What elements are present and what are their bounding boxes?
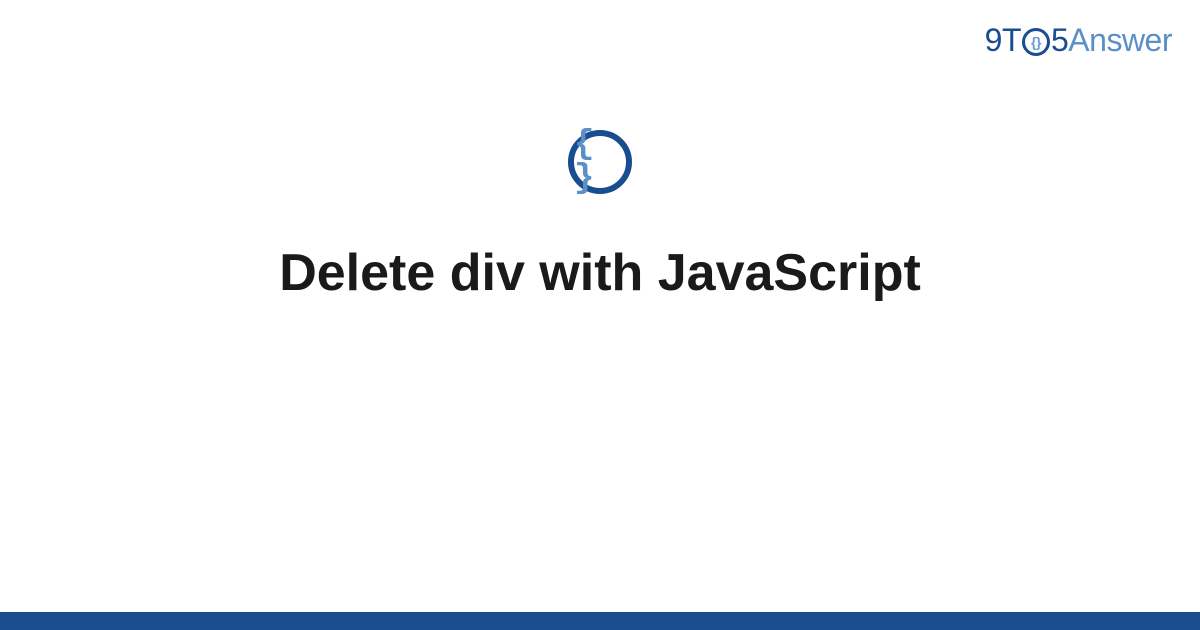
footer-bar bbox=[0, 612, 1200, 630]
logo-text-answer: Answer bbox=[1068, 22, 1172, 59]
logo-text-9t: 9T bbox=[985, 22, 1021, 59]
site-logo[interactable]: 9T {} 5 Answer bbox=[985, 22, 1172, 59]
topic-circle-icon: { } bbox=[568, 130, 632, 194]
page-title: Delete div with JavaScript bbox=[279, 242, 921, 304]
main-content: { } Delete div with JavaScript bbox=[0, 130, 1200, 304]
logo-o-braces: {} bbox=[1031, 35, 1041, 49]
code-braces-icon: { } bbox=[574, 128, 626, 196]
logo-o-circle-icon: {} bbox=[1022, 28, 1050, 56]
logo-text-5: 5 bbox=[1051, 22, 1068, 59]
